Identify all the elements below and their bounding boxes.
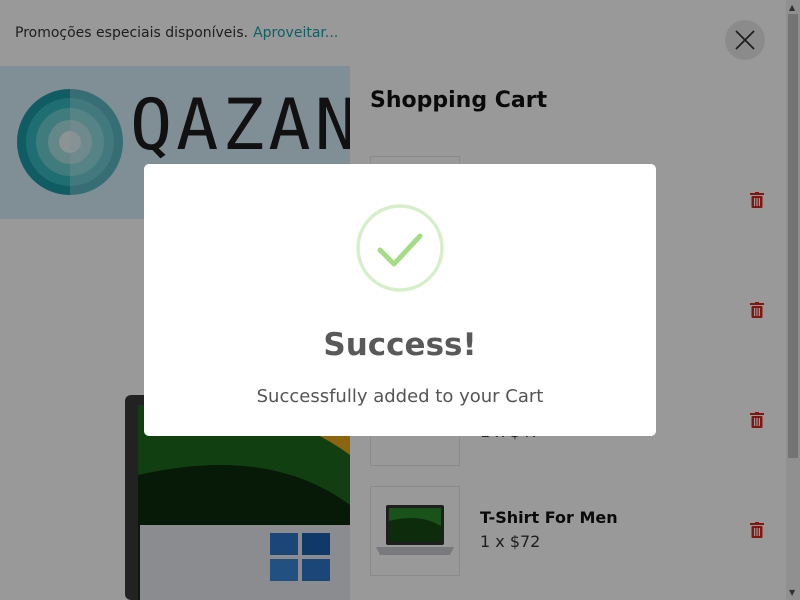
modal-title: Success!	[323, 327, 477, 363]
success-modal: Success! Successfully added to your Cart	[144, 164, 656, 436]
check-icon	[356, 204, 444, 292]
modal-message: Successfully added to your Cart	[256, 386, 544, 407]
